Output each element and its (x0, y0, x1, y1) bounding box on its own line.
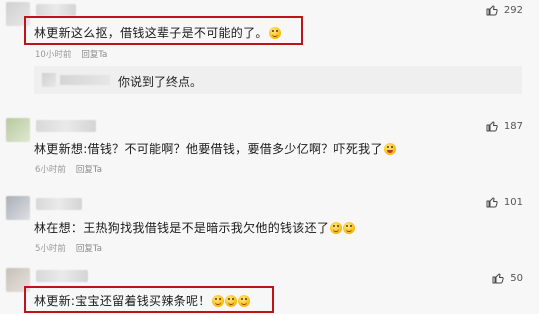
username-blurred[interactable] (36, 270, 88, 282)
avatar[interactable] (6, 196, 30, 220)
laughing-emoji (383, 143, 396, 155)
comment-text: 林更新想:借钱？不可能啊？他要借钱，要借多少亿啊？吓死我了 (34, 140, 396, 157)
face-emoji (268, 27, 281, 39)
like-button[interactable]: 101 (486, 196, 523, 208)
like-count: 292 (503, 4, 523, 16)
avatar[interactable] (6, 118, 30, 142)
smile-emoji (330, 222, 343, 234)
nested-username-blurred (60, 75, 110, 85)
nested-reply-text: 你说到了终点。 (118, 75, 203, 89)
comment-text: 林在想：王热狗找我借钱是不是暗示我欠他的钱该还了 (34, 219, 356, 236)
username-blurred[interactable] (36, 120, 96, 132)
thumbs-up-icon (492, 272, 504, 284)
like-count: 187 (503, 120, 523, 132)
comment-text: 林更新:宝宝还留着钱买辣条呢！ (34, 292, 250, 309)
like-button[interactable]: 187 (486, 120, 523, 132)
timestamp: 6小时前 (35, 165, 66, 175)
like-count: 50 (510, 272, 523, 284)
comment-text: 林更新这么抠，借钱这辈子是不可能的了。 (34, 24, 281, 41)
comment-1: 292 林更新这么抠，借钱这辈子是不可能的了。 10小时前 回复Ta 你说到了终点… (0, 0, 539, 100)
like-button[interactable]: 292 (486, 4, 523, 16)
like-button[interactable]: 50 (492, 272, 523, 284)
smile-emoji (237, 295, 250, 307)
smile-emoji (211, 295, 224, 307)
comment-3: 101 林在想：王热狗找我借钱是不是暗示我欠他的钱该还了 5小时前 回复Ta (0, 190, 539, 260)
comment-meta: 5小时前 回复Ta (35, 242, 102, 254)
username-blurred[interactable] (36, 198, 82, 210)
comment-2: 187 林更新想:借钱？不可能啊？他要借钱，要借多少亿啊？吓死我了 6小时前 回复… (0, 112, 539, 182)
comment-4: 50 林更新:宝宝还留着钱买辣条呢！ (0, 264, 539, 314)
reply-link[interactable]: 回复Ta (76, 244, 102, 254)
thumbs-up-icon (486, 196, 498, 208)
timestamp: 5小时前 (35, 244, 66, 254)
thumbs-up-icon (486, 4, 498, 16)
thumbs-up-icon (486, 120, 498, 132)
nested-reply: 你说到了终点。 (34, 66, 522, 94)
reply-link[interactable]: 回复Ta (76, 165, 102, 175)
comment-meta: 10小时前 回复Ta (35, 48, 107, 60)
comments-page: 292 林更新这么抠，借钱这辈子是不可能的了。 10小时前 回复Ta 你说到了终点… (0, 0, 539, 314)
nested-avatar (42, 73, 56, 87)
timestamp: 10小时前 (35, 50, 72, 60)
comment-meta: 6小时前 回复Ta (35, 163, 102, 175)
smile-emoji (343, 222, 356, 234)
username-blurred[interactable] (36, 4, 76, 16)
like-count: 101 (503, 196, 523, 208)
reply-link[interactable]: 回复Ta (81, 50, 107, 60)
smile-emoji (224, 295, 237, 307)
